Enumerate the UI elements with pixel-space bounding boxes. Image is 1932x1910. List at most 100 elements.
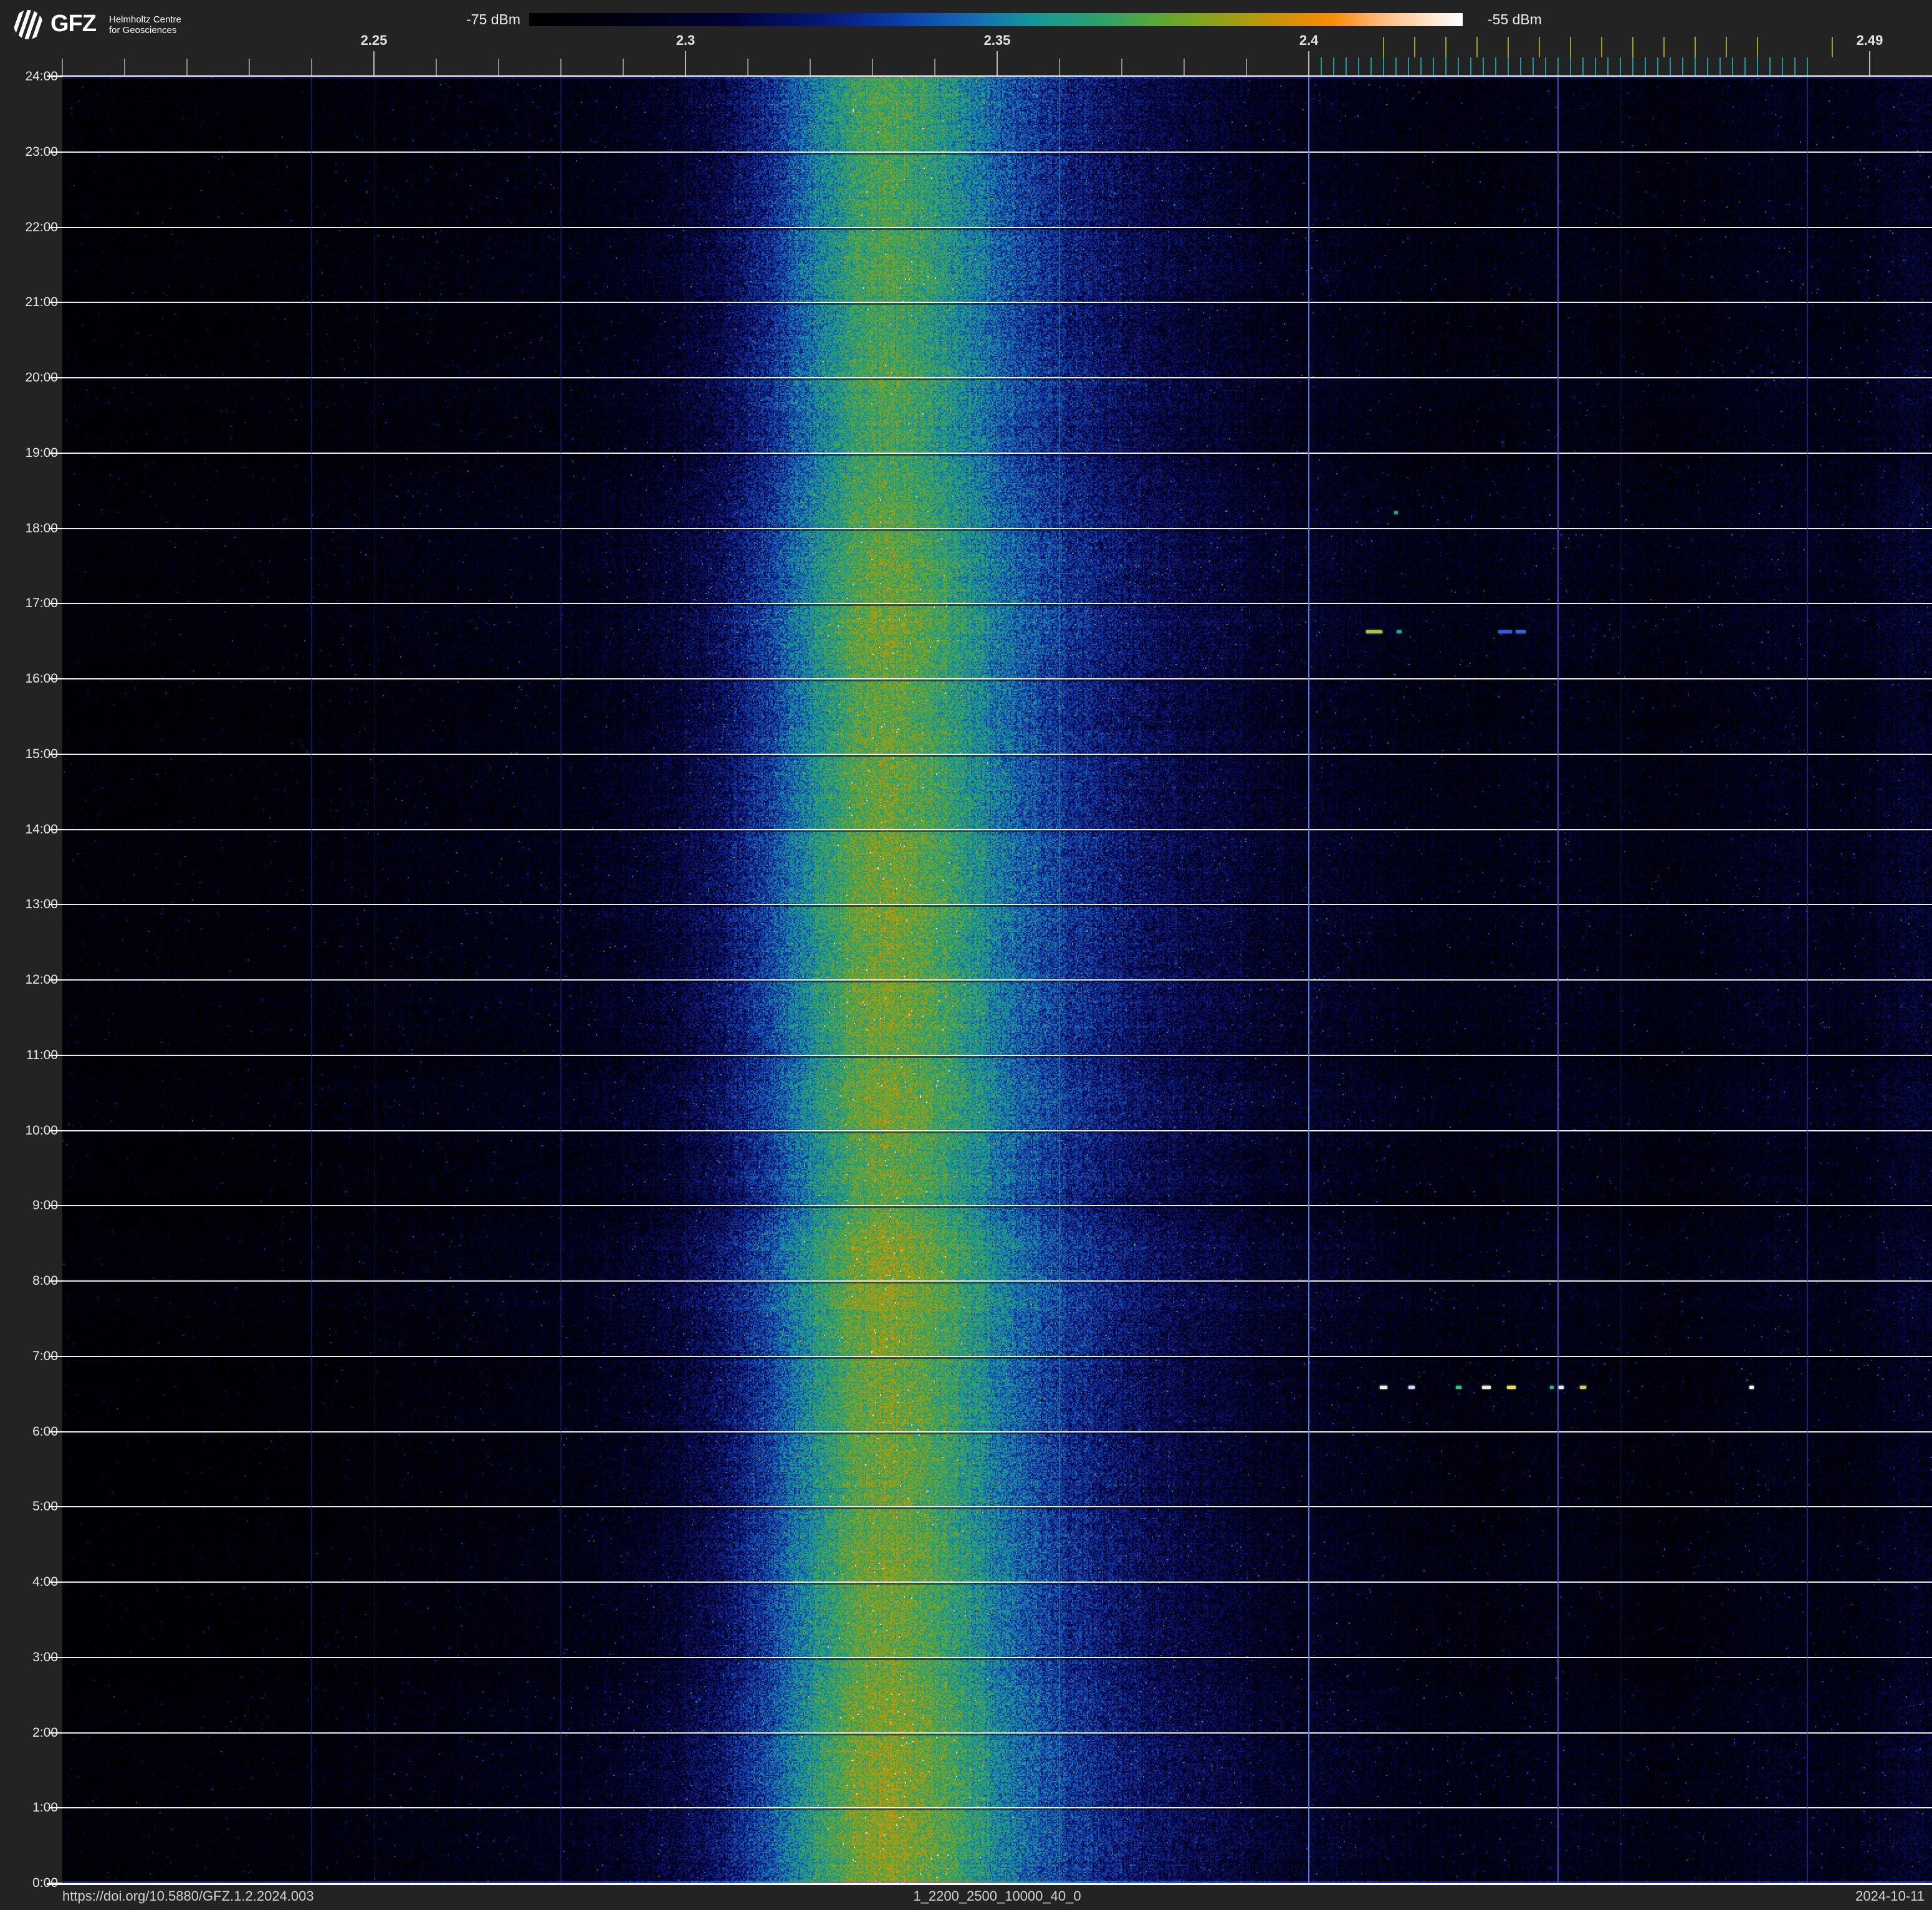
hour-tick — [49, 1732, 62, 1734]
ble-channel-tick — [1607, 57, 1609, 75]
ble-channel-tick — [1420, 57, 1422, 75]
burst-speck — [1380, 1386, 1387, 1389]
freq-gridline — [997, 77, 998, 1883]
org-name-line1: Helmholtz Centre — [109, 14, 181, 25]
hour-tick — [49, 1205, 62, 1207]
carrier-line — [1557, 77, 1559, 1883]
freq-minor-tick — [186, 59, 188, 75]
wifi-channel-tick — [1663, 37, 1665, 57]
burst-speck — [1580, 1386, 1586, 1389]
ble-channel-tick — [1657, 57, 1658, 75]
ble-channel-tick — [1620, 57, 1621, 75]
wifi-channel-tick — [1832, 37, 1833, 57]
freq-minor-tick — [623, 59, 624, 75]
freq-minor-tick — [872, 59, 873, 75]
ble-channel-tick — [1408, 57, 1409, 75]
hour-tick — [49, 904, 62, 906]
ble-channel-tick — [1782, 57, 1783, 75]
colorbar-min-label: -75 dBm — [466, 11, 520, 27]
ble-channel-tick — [1533, 57, 1534, 75]
freq-minor-tick — [436, 59, 437, 75]
ble-channel-tick — [1695, 57, 1696, 75]
hour-tick — [49, 302, 62, 304]
freq-major-tick — [997, 51, 998, 75]
ble-channel-tick — [1807, 57, 1808, 75]
wifi-channel-tick — [1414, 37, 1415, 57]
hour-tick — [49, 979, 62, 981]
ble-channel-tick — [1595, 57, 1596, 75]
wifi-channel-tick — [1601, 37, 1602, 57]
hour-tick — [49, 678, 62, 679]
freq-major-tick — [373, 51, 375, 75]
carrier-line — [1807, 77, 1808, 1883]
carrier-line — [810, 77, 811, 1883]
burst-speck — [1366, 630, 1382, 634]
freq-major-tick — [1308, 51, 1309, 75]
hour-tick — [49, 1807, 62, 1809]
burst-speck — [1516, 630, 1526, 634]
freq-minor-tick — [124, 59, 125, 75]
ble-channel-tick — [1670, 57, 1671, 75]
freq-tick-label: 2.49 — [1856, 32, 1883, 48]
freq-minor-tick — [498, 59, 499, 75]
hour-tick — [49, 151, 62, 153]
hour-tick — [49, 1130, 62, 1131]
hour-tick — [49, 452, 62, 454]
freq-minor-tick — [747, 59, 748, 75]
hour-tick — [49, 76, 62, 77]
ble-channel-tick — [1495, 57, 1496, 75]
hour-tick — [49, 753, 62, 755]
wifi-channel-tick — [1508, 37, 1509, 57]
plot-top-edge-row — [62, 77, 1932, 79]
ble-channel-tick — [1458, 57, 1459, 75]
burst-speck — [1749, 1386, 1754, 1389]
freq-minor-tick — [62, 59, 63, 75]
wifi-channel-tick — [1383, 37, 1384, 57]
ble-channel-tick — [1757, 57, 1758, 75]
freq-tick-label: 2.25 — [360, 32, 388, 48]
hour-tick — [49, 1431, 62, 1432]
ble-channel-tick — [1483, 57, 1484, 75]
hour-tick — [49, 828, 62, 830]
freq-minor-tick — [311, 59, 312, 75]
burst-speck — [1394, 511, 1398, 515]
freq-tick-label: 2.4 — [1299, 32, 1319, 48]
hour-tick — [49, 226, 62, 228]
freq-gridline — [1620, 77, 1621, 1883]
wifi-channel-tick — [1476, 37, 1478, 57]
carrier-line — [1308, 77, 1309, 1883]
freq-minor-tick — [1059, 59, 1060, 75]
plot-bottom-border — [47, 1883, 1932, 1885]
date-label: 2024-10-11 — [1855, 1888, 1925, 1904]
dataset-id: 1_2200_2500_10000_40_0 — [913, 1888, 1081, 1904]
burst-speck — [1498, 630, 1512, 634]
ble-channel-tick — [1769, 57, 1771, 75]
carrier-line — [311, 77, 312, 1883]
freq-minor-tick — [1121, 59, 1122, 75]
hour-tick — [49, 603, 62, 605]
ble-channel-tick — [1321, 57, 1322, 75]
burst-speck — [1559, 1386, 1564, 1389]
burst-speck — [1408, 1386, 1415, 1389]
freq-gridline — [374, 77, 375, 1883]
ble-channel-tick — [1470, 57, 1471, 75]
ble-channel-tick — [1520, 57, 1521, 75]
ble-channel-tick — [1358, 57, 1359, 75]
freq-minor-tick — [560, 59, 562, 75]
burst-speck — [1550, 1386, 1554, 1389]
freq-tick-label: 2.35 — [983, 32, 1011, 48]
burst-speck — [1455, 1386, 1461, 1389]
freq-major-tick — [1869, 51, 1870, 75]
wifi-channel-tick — [1445, 37, 1447, 57]
ble-channel-tick — [1545, 57, 1546, 75]
freq-minor-tick — [934, 59, 935, 75]
ble-channel-tick — [1645, 57, 1646, 75]
ble-channel-tick — [1445, 57, 1447, 75]
ble-channel-tick — [1744, 57, 1746, 75]
org-abbreviation: GFZ — [50, 11, 97, 37]
freq-minor-tick — [810, 59, 811, 75]
ble-channel-tick — [1794, 57, 1796, 75]
wifi-channel-tick — [1695, 37, 1696, 57]
wifi-channel-tick — [1726, 37, 1727, 57]
hour-tick — [49, 377, 62, 378]
